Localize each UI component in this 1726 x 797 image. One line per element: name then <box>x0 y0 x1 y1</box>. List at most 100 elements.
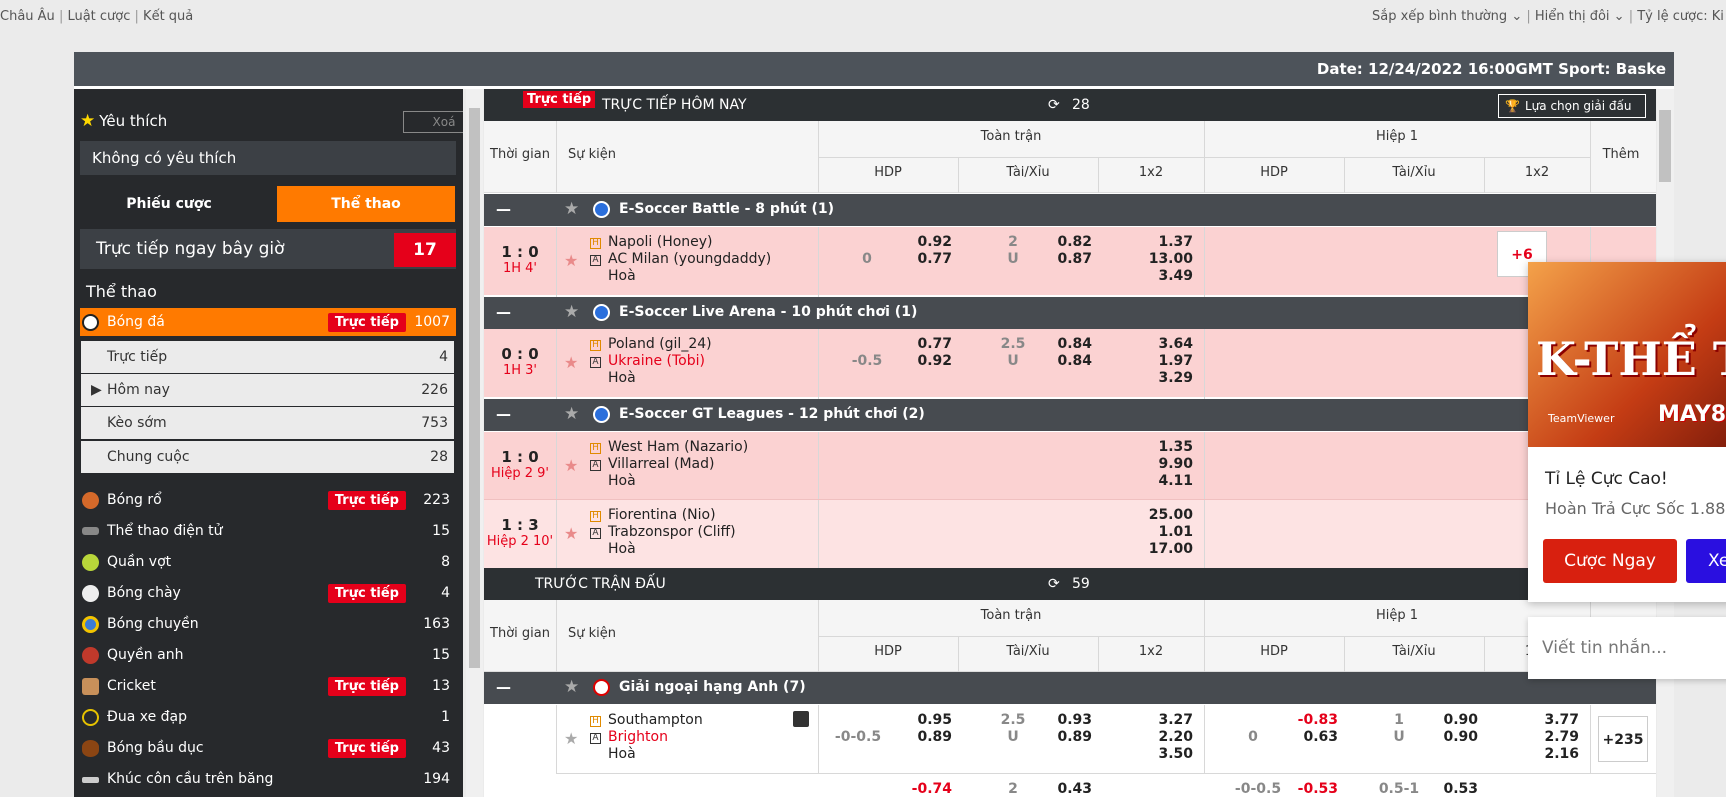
odds-cell[interactable]: 1.01 <box>1137 524 1193 540</box>
star-icon[interactable]: ★ <box>564 199 579 219</box>
odds-cell[interactable]: 3.27 <box>1137 712 1193 728</box>
promo-popup[interactable]: K-THỂ T TeamViewer MAY88 Tỉ Lệ Cực Cao! … <box>1528 262 1726 602</box>
odds-cell[interactable]: 0.82 <box>1036 234 1092 250</box>
odds-cell[interactable]: 3.50 <box>1137 746 1193 762</box>
odds-cell[interactable]: 0.77 <box>896 336 952 352</box>
sidebar-item-baseball[interactable]: Bóng chày Trực tiếp 4 <box>80 579 456 607</box>
sidebar-item-esports[interactable]: Thể thao điện tử 15 <box>80 517 456 545</box>
odds-cell[interactable]: 13.00 <box>1137 251 1193 267</box>
odds-cell[interactable]: 0.89 <box>896 729 952 745</box>
odds-cell[interactable]: 3.64 <box>1137 336 1193 352</box>
sidebar-item-boxing[interactable]: Quyền anh 15 <box>80 641 456 669</box>
star-icon[interactable]: ★ <box>564 353 578 372</box>
live-badge: Trực tiếp <box>327 677 406 696</box>
odds-cell[interactable]: 9.90 <box>1137 456 1193 472</box>
league-filter-button[interactable]: 🏆 Lựa chọn giải đấu <box>1498 94 1646 118</box>
sidebar-item-ice-hockey[interactable]: Khúc côn cầu trên băng 194 <box>80 765 456 793</box>
view-button[interactable]: Xe <box>1686 539 1726 583</box>
display-dropdown[interactable]: Hiển thị đôi <box>1535 9 1610 24</box>
message-input[interactable]: Viết tin nhắn... <box>1528 617 1726 679</box>
odds-cell[interactable]: -0.83 <box>1282 712 1338 728</box>
odds-cell[interactable]: 0.84 <box>1036 336 1092 352</box>
stats-icon[interactable] <box>793 711 809 727</box>
odds-cell[interactable]: 4.11 <box>1137 473 1193 489</box>
sidebar-item-football[interactable]: Bóng đá Trực tiếp 1007 <box>80 308 456 336</box>
sidebar-item-cricket[interactable]: Cricket Trực tiếp 13 <box>80 672 456 700</box>
nav-ket-qua[interactable]: Kết quả <box>143 9 193 24</box>
sub-item-today[interactable]: ▶ Hôm nay 226 <box>81 374 454 406</box>
promo-subtitle: Hoàn Trả Cực Sốc 1.88 <box>1545 499 1726 518</box>
tab-bet-slip[interactable]: Phiếu cược <box>80 186 258 222</box>
star-icon[interactable]: ★ <box>564 729 578 748</box>
star-icon[interactable]: ★ <box>564 677 579 697</box>
odds-cell[interactable]: 0.89 <box>1036 729 1092 745</box>
league-group-row[interactable]: — ★ E-Soccer Live Arena - 10 phút chơi (1) <box>484 297 1656 329</box>
table-scrollbar-thumb[interactable] <box>1659 110 1671 182</box>
away-team: Villarreal (Mad) <box>608 456 715 472</box>
odds-cell[interactable]: 0.77 <box>896 251 952 267</box>
sidebar-item-basketball[interactable]: Bóng rổ Trực tiếp 223 <box>80 486 456 514</box>
odds-cell[interactable]: 0.87 <box>1036 251 1092 267</box>
collapse-icon[interactable]: — <box>496 200 511 218</box>
odds-cell[interactable]: 0.84 <box>1036 353 1092 369</box>
clear-favorites-button[interactable]: Xoá <box>403 111 463 133</box>
sidebar-item-american-football[interactable]: Bóng bầu dục Trực tiếp 43 <box>80 734 456 762</box>
odds-cell[interactable]: -0.53 <box>1282 781 1338 797</box>
league-group-row[interactable]: — ★ E-Soccer GT Leagues - 12 phút chơi (2) <box>484 399 1656 431</box>
star-icon[interactable]: ★ <box>564 404 579 424</box>
tab-sports[interactable]: Thể thao <box>277 186 455 222</box>
sub-item-outright[interactable]: Chung cuộc 28 <box>81 441 454 473</box>
league-group-row[interactable]: — ★ E-Soccer Battle - 8 phút (1) <box>484 194 1656 226</box>
hdp-line: -0.5 <box>851 353 883 369</box>
odds-cell[interactable]: 0.90 <box>1422 712 1478 728</box>
star-icon[interactable]: ★ <box>564 456 578 475</box>
odds-cell[interactable]: 3.49 <box>1137 268 1193 284</box>
chevron-down-icon: ⌄ <box>1609 9 1625 24</box>
refresh-icon[interactable]: ⟳ <box>1048 576 1060 592</box>
odds-cell[interactable]: 25.00 <box>1137 507 1193 523</box>
odds-cell[interactable]: 0.92 <box>896 234 952 250</box>
odds-cell[interactable]: 3.29 <box>1137 370 1193 386</box>
sidebar-item-cycling[interactable]: Đua xe đạp 1 <box>80 703 456 731</box>
odds-cell[interactable]: 2.79 <box>1523 729 1579 745</box>
live-now-item[interactable]: Trực tiếp ngay bây giờ 17 <box>80 229 456 269</box>
collapse-icon[interactable]: — <box>496 405 511 423</box>
league-group-row[interactable]: — ★ Giải ngoại hạng Anh (7) <box>484 672 1656 704</box>
sub-item-early[interactable]: Kèo sớm 753 <box>81 407 454 439</box>
sidebar-item-volleyball[interactable]: Bóng chuyền 163 <box>80 610 456 638</box>
ou-line: 2.5 <box>1000 712 1026 728</box>
odds-cell[interactable]: 0.95 <box>896 712 952 728</box>
odds-cell[interactable]: 17.00 <box>1137 541 1193 557</box>
refresh-icon[interactable]: ⟳ <box>1048 97 1060 113</box>
bet-now-button[interactable]: Cược Ngay <box>1543 539 1677 583</box>
nav-luat-cuoc[interactable]: Luật cược <box>67 9 130 24</box>
collapse-icon[interactable]: — <box>496 678 511 696</box>
odds-cell[interactable]: 0.43 <box>1036 781 1092 797</box>
hdp-line: 0 <box>1248 729 1258 745</box>
sort-dropdown[interactable]: Sắp xếp bình thường <box>1372 9 1507 24</box>
star-icon[interactable]: ★ <box>564 524 578 543</box>
odds-cell[interactable]: 1.35 <box>1137 439 1193 455</box>
star-icon[interactable]: ★ <box>564 251 578 270</box>
collapse-icon[interactable]: — <box>496 303 511 321</box>
odds-cell[interactable]: 3.77 <box>1523 712 1579 728</box>
sub-item-live[interactable]: Trực tiếp 4 <box>81 341 454 373</box>
sidebar-item-tennis[interactable]: Quần vợt 8 <box>80 548 456 576</box>
sidebar-scrollbar-thumb[interactable] <box>469 108 480 668</box>
odds-cell[interactable]: 2.16 <box>1523 746 1579 762</box>
boxing-glove-icon <box>82 647 99 664</box>
odds-cell[interactable]: -0.74 <box>896 781 952 797</box>
odds-cell[interactable]: 0.90 <box>1422 729 1478 745</box>
odds-cell[interactable]: 0.63 <box>1282 729 1338 745</box>
odds-cell[interactable]: 2.20 <box>1137 729 1193 745</box>
odds-cell[interactable]: 0.53 <box>1422 781 1478 797</box>
odds-cell[interactable]: 1.37 <box>1137 234 1193 250</box>
odds-cell[interactable]: 0.92 <box>896 353 952 369</box>
odds-dropdown[interactable]: Tỷ lệ cược: Ki <box>1637 9 1724 24</box>
nav-chau-au[interactable]: Châu Âu <box>0 9 55 24</box>
promo-image[interactable]: K-THỂ T TeamViewer MAY88 <box>1528 262 1726 447</box>
odds-cell[interactable]: 0.93 <box>1036 712 1092 728</box>
more-bets-button[interactable]: +235 <box>1598 716 1648 762</box>
star-icon[interactable]: ★ <box>564 302 579 322</box>
odds-cell[interactable]: 1.97 <box>1137 353 1193 369</box>
